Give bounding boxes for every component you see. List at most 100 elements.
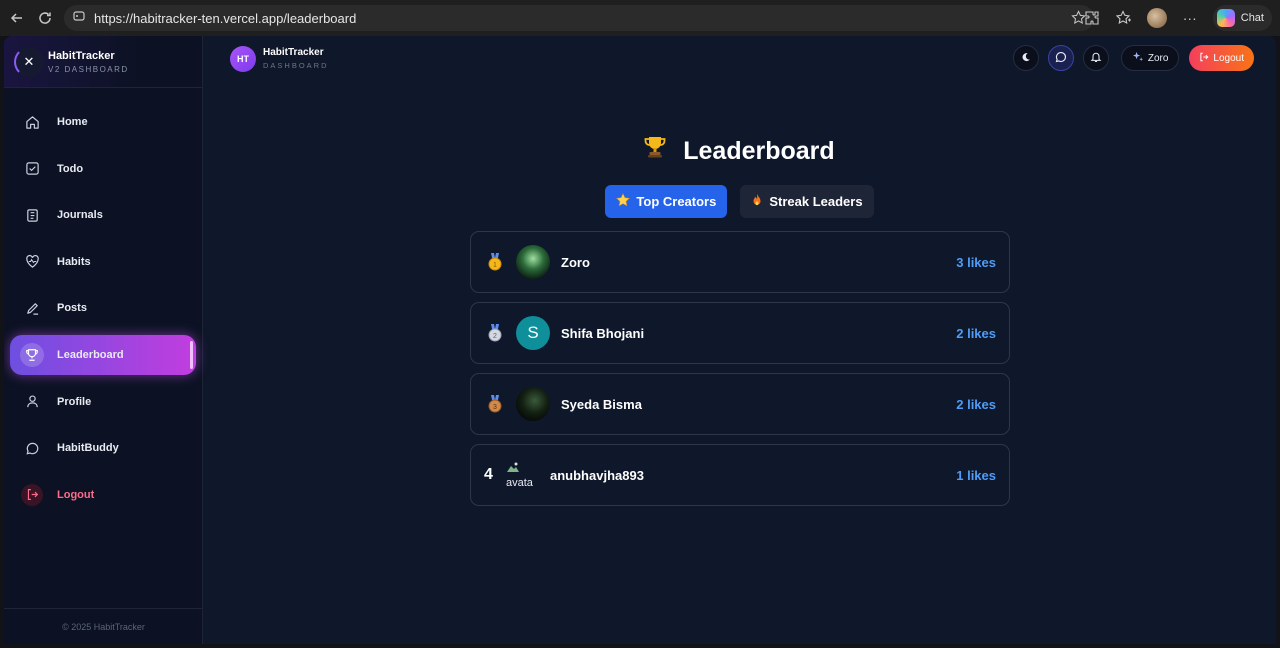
- top-header: HT HabitTracker DASHBOARD Zoro Logout: [203, 36, 1276, 82]
- tab-label: Top Creators: [636, 194, 717, 209]
- sidebar-item-profile[interactable]: Profile: [10, 382, 196, 422]
- moon-icon: [1021, 52, 1031, 65]
- sidebar-item-label: Todo: [57, 162, 84, 175]
- rank-number: 4: [484, 466, 493, 483]
- user-icon: [22, 392, 42, 412]
- entry-name: Shifa Bhojani: [561, 325, 645, 341]
- sidebar-footer: © 2025 HabitTracker: [4, 608, 203, 644]
- url-text: https://habitracker-ten.vercel.app/leade…: [94, 10, 357, 26]
- gold-medal-icon: 1: [485, 253, 505, 271]
- heart-pulse-icon: [22, 252, 42, 272]
- site-info-icon[interactable]: [72, 9, 86, 28]
- leaderboard-row[interactable]: 2 S Shifa Bhojani 2 likes: [470, 302, 1010, 364]
- close-icon: ✕: [23, 53, 35, 69]
- user-menu-button[interactable]: Zoro: [1120, 45, 1180, 71]
- trophy-icon: [20, 342, 44, 367]
- sidebar-item-label: HabitBuddy: [57, 442, 119, 455]
- avatar: [516, 387, 550, 421]
- star-icon: [616, 193, 631, 210]
- back-icon[interactable]: [6, 7, 28, 29]
- avatar-alt-text: avata: [506, 477, 533, 489]
- entry-likes: 3 likes: [956, 254, 996, 270]
- sidebar-brand: ✕ HabitTracker V2 DASHBOARD: [4, 36, 202, 88]
- bell-icon: [1090, 51, 1102, 66]
- copilot-chat-button[interactable]: Chat: [1212, 5, 1272, 31]
- tab-top-creators[interactable]: Top Creators: [605, 185, 728, 218]
- main-content: Leaderboard Top Creators Streak Leaders …: [203, 82, 1276, 644]
- broken-image-icon: [506, 461, 520, 476]
- journal-icon: [22, 205, 42, 225]
- sidebar-item-leaderboard[interactable]: Leaderboard: [10, 334, 196, 375]
- app-window: ✕ HabitTracker V2 DASHBOARD Home Todo Jo…: [4, 36, 1276, 644]
- chat-bubble-icon: [22, 438, 42, 458]
- sidebar-item-habitbuddy[interactable]: HabitBuddy: [10, 428, 196, 468]
- fire-icon: [751, 193, 763, 210]
- theme-toggle-button[interactable]: [1012, 45, 1039, 71]
- avatar: [516, 245, 550, 279]
- sidebar-item-label: Habits: [57, 255, 91, 268]
- sidebar-item-label: Journals: [57, 209, 103, 222]
- sidebar-item-label: Home: [57, 116, 88, 128]
- sidebar-item-label: Profile: [57, 395, 92, 408]
- header-logout-button[interactable]: Logout: [1189, 45, 1254, 71]
- header-logo[interactable]: HT: [230, 46, 256, 72]
- avatar: S: [516, 316, 550, 350]
- bronze-medal-icon: 3: [485, 395, 505, 413]
- pencil-icon: [22, 298, 42, 318]
- sidebar-item-posts[interactable]: Posts: [10, 288, 196, 328]
- browser-profile-avatar[interactable]: [1146, 8, 1167, 28]
- broken-avatar-image: avata: [506, 461, 538, 489]
- more-options-icon[interactable]: ···: [1181, 9, 1199, 27]
- chat-button[interactable]: [1047, 45, 1074, 71]
- entry-name: Syeda Bisma: [561, 396, 642, 412]
- sidebar-item-label: Logout: [57, 488, 95, 501]
- page-title-row: Leaderboard: [203, 135, 1276, 166]
- close-sidebar-button[interactable]: ✕: [14, 46, 44, 77]
- leaderboard-row[interactable]: 4 avata anubhavjha893 1 likes: [470, 444, 1010, 506]
- address-bar[interactable]: https://habitracker-ten.vercel.app/leade…: [64, 5, 1094, 31]
- sidebar-nav: Home Todo Journals Habits Posts Leaderbo…: [10, 102, 196, 521]
- user-name: Zoro: [1147, 52, 1169, 64]
- svg-text:1: 1: [493, 262, 497, 269]
- reload-icon[interactable]: [34, 7, 56, 29]
- sidebar-item-todo[interactable]: Todo: [10, 149, 196, 189]
- logout-icon: [21, 483, 43, 506]
- notifications-button[interactable]: [1082, 45, 1109, 71]
- silver-medal-icon: 2: [485, 324, 505, 342]
- entry-name: anubhavjha893: [550, 467, 644, 483]
- entry-likes: 2 likes: [956, 396, 996, 412]
- chat-bubble-icon: [1055, 51, 1067, 66]
- chat-button-label: Chat: [1240, 12, 1264, 24]
- sidebar-item-habits[interactable]: Habits: [10, 242, 196, 282]
- svg-text:2: 2: [493, 333, 497, 340]
- favorites-icon[interactable]: [1115, 9, 1133, 27]
- sidebar-item-label: Leaderboard: [57, 348, 124, 361]
- sidebar-item-label: Posts: [57, 302, 87, 315]
- leaderboard-row[interactable]: 1 Zoro 3 likes: [470, 231, 1010, 293]
- header-subtitle: DASHBOARD: [263, 61, 329, 70]
- entry-name: Zoro: [561, 254, 590, 270]
- sidebar: ✕ HabitTracker V2 DASHBOARD Home Todo Jo…: [4, 36, 203, 644]
- sidebar-item-logout[interactable]: Logout: [10, 475, 196, 515]
- sidebar-item-journals[interactable]: Journals: [10, 195, 196, 235]
- tab-streak-leaders[interactable]: Streak Leaders: [740, 185, 874, 218]
- leaderboard-list: 1 Zoro 3 likes 2 S Shifa Bhojani 2 likes…: [470, 231, 1010, 515]
- extensions-icon[interactable]: [1083, 9, 1101, 27]
- trophy-icon: [644, 135, 666, 165]
- entry-likes: 1 likes: [956, 467, 996, 483]
- leaderboard-row[interactable]: 3 Syeda Bisma 2 likes: [470, 373, 1010, 435]
- tab-label: Streak Leaders: [769, 194, 863, 209]
- checkbox-icon: [22, 159, 42, 179]
- sparkles-icon: [1132, 51, 1143, 65]
- header-title: HabitTracker: [263, 47, 324, 58]
- browser-toolbar: https://habitracker-ten.vercel.app/leade…: [0, 0, 1280, 36]
- brand-subtitle: V2 DASHBOARD: [48, 64, 129, 74]
- svg-text:3: 3: [493, 404, 497, 411]
- logout-label: Logout: [1213, 52, 1244, 64]
- logout-icon: [1199, 52, 1209, 65]
- brand-title: HabitTracker: [48, 49, 115, 62]
- sidebar-item-home[interactable]: Home: [10, 102, 196, 142]
- page-title: Leaderboard: [683, 137, 835, 165]
- entry-likes: 2 likes: [956, 325, 996, 341]
- copilot-icon: [1216, 9, 1235, 27]
